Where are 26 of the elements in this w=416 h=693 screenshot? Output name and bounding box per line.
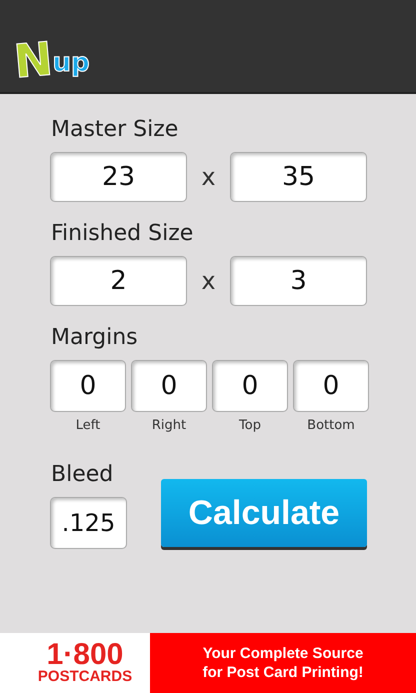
times-sign: x (200, 267, 217, 295)
master-height-field[interactable]: 35 (230, 152, 367, 202)
ad-tagline: for Post Card Printing! (202, 663, 364, 682)
field-label: Master Size (51, 116, 180, 144)
brand-name: POSTCARDS (38, 669, 132, 685)
times-sign: x (200, 163, 217, 191)
margin-caption: Right (152, 418, 186, 433)
margin-field[interactable]: 0 (131, 360, 207, 412)
master-width-field[interactable]: 23 (50, 152, 187, 202)
finished-width-field[interactable]: 2 (50, 256, 187, 306)
ad-tagline: Your Complete Source (202, 644, 364, 663)
margin-field[interactable]: 0 (293, 360, 369, 412)
logo-letter: N (12, 38, 54, 82)
margin-caption: Bottom (307, 418, 355, 433)
field-label: Margins (51, 324, 139, 352)
margin-field[interactable]: 0 (50, 360, 126, 412)
brand-number: 1·800 (46, 641, 124, 669)
margin-caption: Top (239, 418, 261, 433)
margin-caption: Left (76, 418, 100, 433)
ad-banner[interactable]: Your Complete Source for Post Card Printing! (150, 633, 416, 693)
bleed-field[interactable]: .125 (50, 497, 127, 549)
logo-text: up (52, 49, 90, 77)
finished-height-field[interactable]: 3 (230, 256, 367, 306)
field-label: Finished Size (51, 220, 194, 248)
margin-field[interactable]: 0 (212, 360, 288, 412)
field-label: Bleed (51, 461, 114, 489)
